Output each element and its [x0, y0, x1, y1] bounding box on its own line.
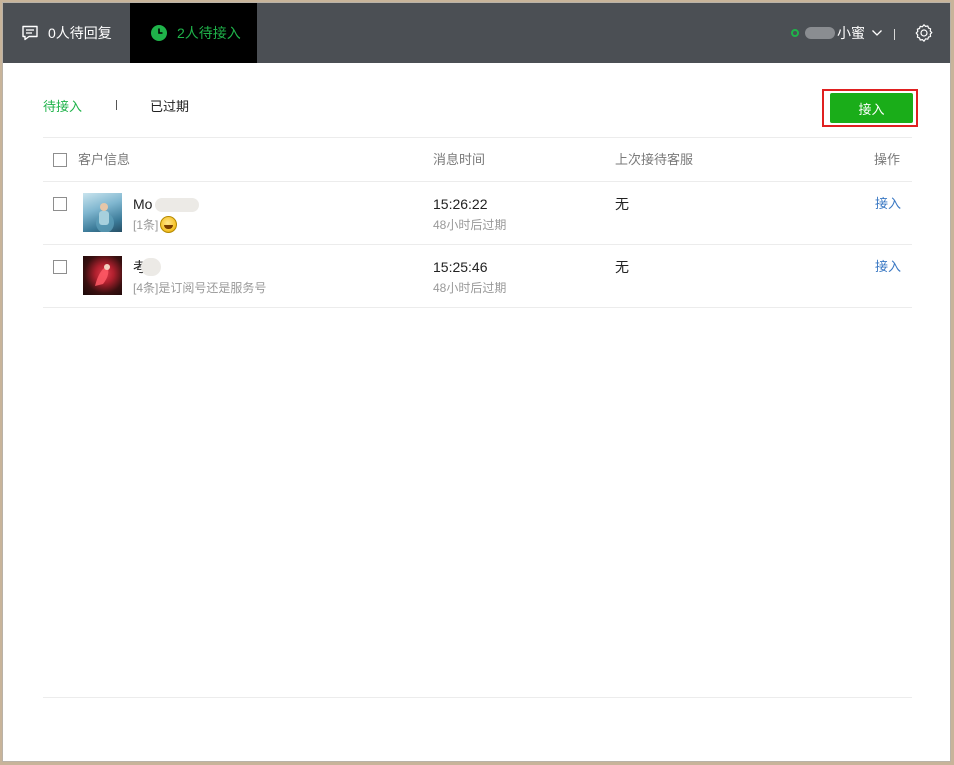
subtab-pending[interactable]: 待接入 [43, 96, 82, 115]
subtab-expired[interactable]: 已过期 [150, 96, 189, 115]
header-message-time: 消息时间 [433, 152, 486, 167]
last-agent: 无 [615, 259, 629, 275]
row-accept-link[interactable]: 接入 [875, 259, 901, 275]
message-time: 15:26:22 [433, 196, 488, 212]
row-accept-link[interactable]: 接入 [875, 196, 901, 212]
top-bar: 0人待回复 2人待接入 小蜜 [3, 3, 950, 63]
row-divider [43, 244, 912, 245]
tab-waiting-access-label: 2人待接入 [177, 25, 241, 41]
row-checkbox[interactable] [53, 260, 67, 274]
avatar [83, 256, 122, 295]
select-all-checkbox[interactable] [53, 153, 67, 167]
row-divider [43, 307, 912, 308]
header-customer-info: 客户信息 [78, 152, 131, 167]
message-preview: [1条] [133, 218, 159, 232]
app-window: 0人待回复 2人待接入 小蜜 待接入 已过期 接入 客户信息 消息时间 上次接待… [2, 2, 951, 762]
row-checkbox[interactable] [53, 197, 67, 211]
subtab-divider [116, 100, 118, 110]
grin-emoji-icon [160, 216, 177, 233]
avatar [83, 193, 122, 232]
tab-waiting-access[interactable]: 2人待接入 [130, 3, 257, 63]
customer-name: Mo [133, 196, 153, 212]
header-divider [43, 181, 912, 182]
agent-name: 小蜜 [837, 25, 865, 41]
expire-note: 48小时后过期 [433, 281, 507, 295]
tab-pending-reply[interactable]: 0人待回复 [3, 3, 129, 63]
chat-list-icon [21, 24, 39, 42]
accept-button[interactable]: 接入 [830, 93, 913, 123]
agent-status-menu[interactable]: 小蜜 [791, 23, 883, 43]
header-action: 操作 [874, 152, 901, 167]
gear-icon[interactable] [914, 23, 934, 43]
last-agent: 无 [615, 196, 629, 212]
expire-note: 48小时后过期 [433, 218, 507, 232]
status-filter-tabs: 待接入 已过期 [43, 95, 189, 115]
topbar-divider [894, 29, 895, 40]
message-preview: [4条]是订阅号还是服务号 [133, 281, 267, 295]
clock-icon [150, 24, 168, 42]
table-bottom-divider [43, 697, 912, 698]
online-status-icon [791, 29, 799, 37]
chevron-down-icon [872, 30, 882, 36]
customer-name-redacted [141, 258, 161, 276]
tab-pending-reply-label: 0人待回复 [48, 25, 112, 41]
message-time: 15:25:46 [433, 259, 488, 275]
agent-name-redacted [805, 27, 835, 39]
table-top-divider [43, 137, 912, 138]
customer-name-redacted [155, 198, 199, 212]
header-last-agent: 上次接待客服 [615, 152, 694, 167]
